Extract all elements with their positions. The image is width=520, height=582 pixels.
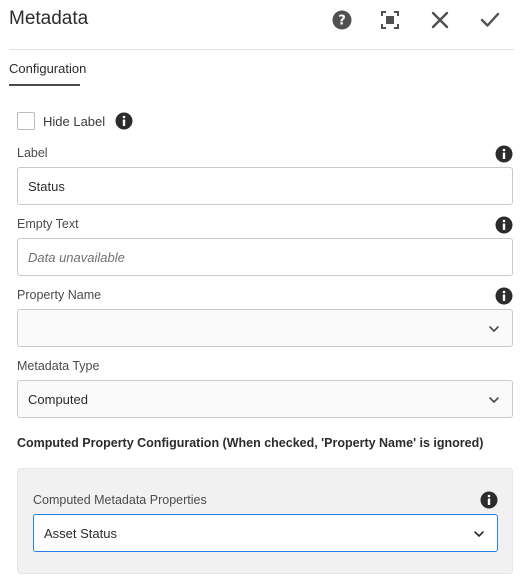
computed-properties-value: Asset Status: [44, 525, 117, 541]
close-icon: [429, 9, 451, 31]
chevron-down-icon: [473, 528, 485, 540]
checkmark-icon: [479, 9, 501, 31]
metadata-type-field-label: Metadata Type: [17, 359, 100, 373]
info-icon[interactable]: [495, 287, 513, 305]
hide-label-text[interactable]: Hide Label: [43, 114, 105, 129]
help-icon: ?: [331, 9, 353, 31]
chevron-down-icon: [488, 394, 500, 406]
computed-properties-label: Computed Metadata Properties: [33, 493, 207, 507]
tab-configuration[interactable]: Configuration: [9, 61, 86, 84]
cancel-button[interactable]: [429, 9, 451, 31]
hide-label-row: Hide Label: [17, 111, 105, 131]
info-icon[interactable]: [495, 145, 513, 163]
active-tab-indicator: [9, 84, 80, 86]
computed-properties-select[interactable]: Asset Status: [33, 514, 498, 552]
dialog-title: Metadata: [9, 8, 89, 29]
fullscreen-button[interactable]: [379, 9, 401, 31]
computed-properties-panel: Computed Metadata Properties Asset Statu…: [17, 468, 513, 574]
property-name-field-label: Property Name: [17, 288, 102, 302]
fullscreen-icon: [379, 9, 401, 31]
hide-label-checkbox[interactable]: [17, 112, 35, 130]
computed-section-heading: Computed Property Configuration (When ch…: [17, 436, 484, 450]
info-icon[interactable]: [480, 491, 498, 509]
info-icon[interactable]: [115, 112, 133, 130]
header-divider: [9, 49, 514, 50]
help-button[interactable]: ?: [331, 9, 353, 31]
empty-text-field-label: Empty Text: [17, 217, 79, 231]
label-input[interactable]: Status: [17, 167, 513, 205]
metadata-type-select[interactable]: Computed: [17, 380, 513, 418]
empty-text-placeholder: Data unavailable: [28, 249, 125, 265]
empty-text-input[interactable]: Data unavailable: [17, 238, 513, 276]
property-name-select[interactable]: [17, 309, 513, 347]
svg-text:?: ?: [338, 14, 346, 29]
chevron-down-icon: [488, 323, 500, 335]
metadata-type-value: Computed: [28, 391, 88, 407]
done-button[interactable]: [479, 9, 501, 31]
dialog-header: Metadata ?: [0, 0, 520, 50]
label-field-label: Label: [17, 146, 48, 160]
info-icon[interactable]: [495, 216, 513, 234]
label-input-value: Status: [28, 178, 65, 194]
